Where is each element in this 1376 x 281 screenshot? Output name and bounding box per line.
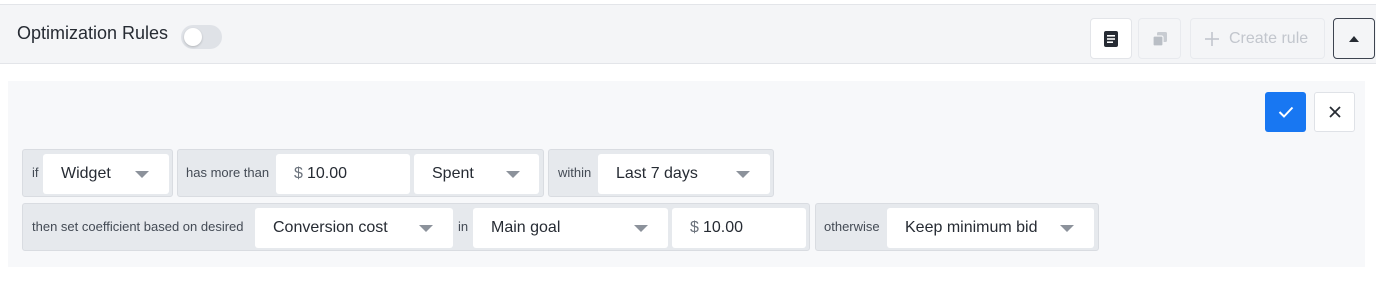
chevron-down-icon (419, 225, 433, 232)
currency-symbol: $ (294, 165, 303, 182)
chevron-down-icon (1060, 225, 1074, 232)
fallback-value: Keep minimum bid (905, 219, 1038, 236)
condition-amount-group: has more than $ 10.00 Spent (177, 149, 544, 197)
condition-entity-group: if Widget (22, 149, 173, 197)
plus-icon (1205, 31, 1219, 46)
metric-value: Spent (432, 165, 474, 182)
condition-period-group: within Last 7 days (548, 149, 774, 197)
entity-select[interactable]: Widget (43, 154, 169, 194)
toggle-knob (184, 28, 202, 46)
goal-select[interactable]: Main goal (473, 208, 668, 248)
currency-symbol: $ (690, 219, 699, 236)
rules-toggle[interactable] (181, 25, 222, 49)
amount-value: 10.00 (307, 165, 348, 182)
has-more-than-label: has more than (186, 165, 270, 180)
copy-icon (1151, 31, 1167, 47)
otherwise-group: otherwise Keep minimum bid (815, 203, 1099, 251)
caret-up-icon (1349, 35, 1359, 42)
check-icon (1278, 106, 1293, 118)
action-group: then set coefficient based on desired Co… (22, 203, 810, 251)
metric-select[interactable]: Spent (414, 154, 539, 194)
chevron-down-icon (135, 171, 149, 178)
chevron-down-icon (506, 171, 520, 178)
chevron-down-icon (634, 225, 648, 232)
cancel-button[interactable] (1314, 92, 1355, 132)
in-label: in (458, 219, 469, 234)
desired-value: Conversion cost (273, 219, 388, 236)
entity-value: Widget (61, 165, 111, 182)
copy-rule-button[interactable] (1138, 18, 1181, 59)
create-rule-button[interactable]: Create rule (1190, 18, 1325, 59)
collapse-button[interactable] (1333, 18, 1375, 59)
if-label: if (32, 165, 39, 180)
period-value: Last 7 days (616, 165, 698, 182)
then-label: then set coefficient based on desired (32, 219, 244, 234)
notes-icon (1104, 30, 1118, 47)
chevron-down-icon (736, 171, 750, 178)
apply-button[interactable] (1265, 92, 1306, 132)
page-title: Optimization Rules (17, 23, 169, 43)
otherwise-label: otherwise (824, 219, 880, 234)
rules-header: Optimization Rules Create rule (0, 4, 1376, 64)
desired-select[interactable]: Conversion cost (255, 208, 453, 248)
notes-button[interactable] (1090, 18, 1132, 59)
amount-input[interactable]: $ 10.00 (276, 154, 410, 194)
target-input[interactable]: $ 10.00 (672, 208, 806, 248)
target-value: 10.00 (703, 219, 744, 236)
close-icon (1328, 106, 1341, 118)
fallback-select[interactable]: Keep minimum bid (887, 208, 1094, 248)
within-label: within (558, 165, 592, 180)
create-rule-label: Create rule (1229, 29, 1309, 47)
goal-value: Main goal (491, 219, 561, 236)
period-select[interactable]: Last 7 days (598, 154, 770, 194)
